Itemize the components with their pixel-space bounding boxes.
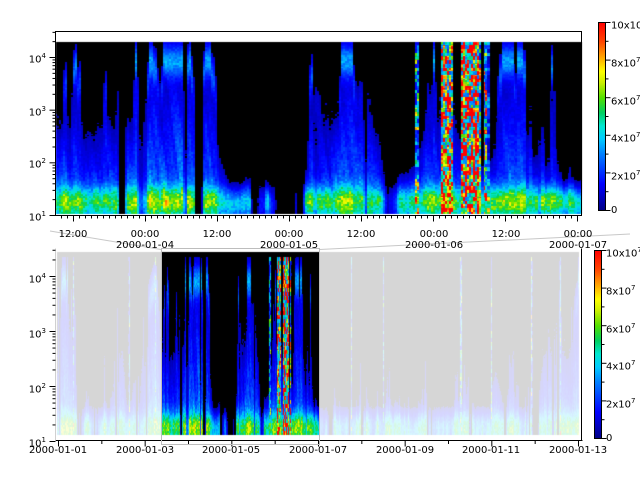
y-tick-label: 103 [14,104,46,118]
y-tick-label: 103 [14,326,46,340]
axes-overlay [0,0,640,480]
x-tick-label: 12:00 [492,229,521,240]
x-date-label: 2000-01-07 [549,240,607,251]
colorbar-tick-label: 4x107 [611,130,640,144]
x-tick-label: 2000-01-07 [289,445,347,456]
colorbar-tick-label: 2x107 [606,396,635,410]
y-tick-label: 101 [14,435,46,449]
x-tick-label: 00:00 [275,229,304,240]
x-date-label: 2000-01-04 [116,240,174,251]
colorbar-tick-label: 8x107 [606,283,635,297]
colorbar-tick-label: 10x107 [611,17,640,31]
x-tick-label: 12:00 [59,229,88,240]
y-tick-label: 101 [14,209,46,223]
x-date-label: 2000-01-05 [260,240,318,251]
x-tick-label: 2000-01-13 [549,445,607,456]
detail-plot-frame [56,32,582,216]
colorbar-tick-label: 0 [606,433,612,444]
detail-colorbar-frame [599,23,606,211]
x-tick-label: 00:00 [564,229,593,240]
spectrogram-dashboard: 12:00 00:00 12:00 00:00 12:00 00:00 12:0… [0,0,640,480]
x-tick-label: 12:00 [203,229,232,240]
colorbar-tick-label: 2x107 [611,168,640,182]
x-tick-label: 12:00 [347,229,376,240]
y-tick-label: 102 [14,381,46,395]
x-tick-label: 00:00 [131,229,160,240]
x-tick-label: 2000-01-11 [462,445,520,456]
colorbar-tick-label: 6x107 [606,321,635,335]
colorbar-tick-label: 10x107 [606,245,640,259]
x-tick-label: 2000-01-05 [202,445,260,456]
highlight-range-selector[interactable] [161,248,320,445]
x-tick-label: 2000-01-03 [116,445,174,456]
y-tick-label: 104 [14,271,46,285]
x-tick-label: 2000-01-09 [376,445,434,456]
context-colorbar-frame [595,251,602,439]
colorbar-tick-label: 4x107 [606,358,635,372]
colorbar-tick-label: 0 [611,205,617,216]
y-tick-label: 104 [14,51,46,65]
y-tick-label: 102 [14,156,46,170]
colorbar-tick-label: 8x107 [611,55,640,69]
colorbar-tick-label: 6x107 [611,93,640,107]
x-date-label: 2000-01-06 [405,240,463,251]
x-tick-label: 00:00 [420,229,449,240]
